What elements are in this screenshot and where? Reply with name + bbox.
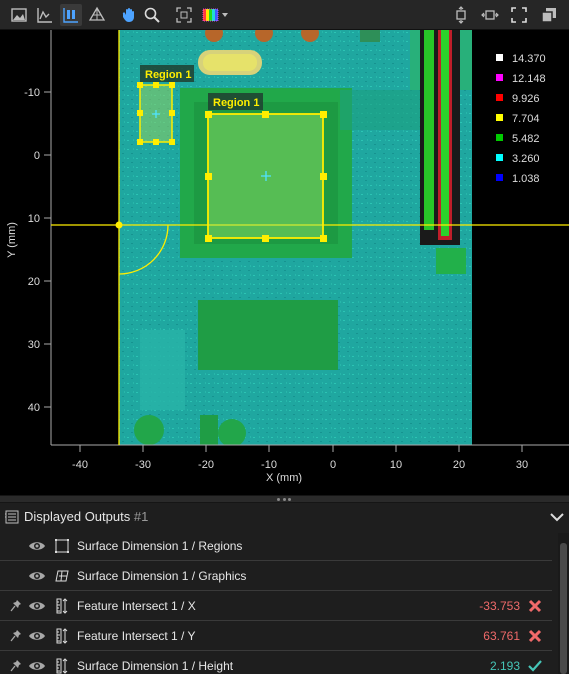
colormap-icon[interactable] <box>199 4 233 26</box>
legend-swatch <box>496 94 503 101</box>
toolbar <box>0 0 569 30</box>
output-value: 2.193 <box>489 659 520 673</box>
x-axis: -40 -30 -20 -10 0 10 20 30 X (mm) <box>72 445 528 484</box>
image-view-icon[interactable] <box>8 4 30 26</box>
chevron-down-icon[interactable] <box>549 510 565 524</box>
y-axis-label: Y (mm) <box>6 222 18 258</box>
regions-icon <box>55 539 69 553</box>
x-tick-label: -20 <box>198 459 214 471</box>
output-value: 63.761 <box>483 629 520 643</box>
legend-swatch <box>496 114 503 121</box>
output-label: Surface Dimension 1 / Height <box>77 659 234 673</box>
pin-icon[interactable] <box>10 629 22 643</box>
measurement-icon <box>56 628 68 644</box>
measurement-icon <box>56 658 68 674</box>
scrollbar-thumb[interactable] <box>560 543 567 674</box>
y-tick-label: 0 <box>34 150 40 162</box>
output-label: Surface Dimension 1 / Regions <box>77 539 243 553</box>
surface-plot-canvas[interactable]: -10 0 10 20 30 40 Y (mm) -40 -30 -20 -10… <box>0 30 569 495</box>
y-tick-label: 30 <box>28 339 40 351</box>
y-tick-label: 20 <box>28 276 40 288</box>
outputs-list: Surface Dimension 1 / Regions Surface Di… <box>0 531 558 674</box>
legend-swatch <box>496 54 503 61</box>
outputs-title-text: Displayed Outputs <box>24 509 131 524</box>
output-label: Surface Dimension 1 / Graphics <box>77 569 247 583</box>
displayed-outputs-panel: Displayed Outputs #1 Surface Dimension 1… <box>0 503 569 674</box>
viewer-window: -10 0 10 20 30 40 Y (mm) -40 -30 -20 -10… <box>0 0 569 674</box>
pass-check-icon <box>528 660 542 672</box>
legend-swatch <box>496 74 503 81</box>
output-row[interactable]: Surface Dimension 1 / Height 2.193 <box>0 651 552 674</box>
splitter-grip[interactable] <box>277 498 291 501</box>
fullscreen-icon[interactable] <box>508 4 530 26</box>
output-label: Feature Intersect 1 / X <box>77 599 196 613</box>
legend-value: 5.482 <box>512 133 540 145</box>
x-tick-label: 0 <box>330 459 336 471</box>
eye-icon[interactable] <box>28 569 46 583</box>
x-tick-label: -40 <box>72 459 88 471</box>
intersect-point[interactable] <box>115 221 123 229</box>
graphics-icon <box>55 570 69 582</box>
restore-window-icon[interactable] <box>538 4 560 26</box>
region-main[interactable]: Region 1 <box>205 93 327 242</box>
legend-swatch <box>496 154 503 161</box>
profile-view-icon[interactable] <box>34 4 56 26</box>
fit-view-icon[interactable] <box>173 4 195 26</box>
y-tick-label: 40 <box>28 402 40 414</box>
output-value: -33.753 <box>479 599 520 613</box>
legend-value: 12.148 <box>512 73 546 85</box>
outputs-title: Displayed Outputs #1 <box>24 509 148 524</box>
y-axis: -10 0 10 20 30 40 Y (mm) <box>6 87 51 414</box>
pin-icon[interactable] <box>10 599 22 613</box>
x-tick-label: 20 <box>453 459 465 471</box>
output-row[interactable]: Surface Dimension 1 / Graphics <box>0 561 552 591</box>
legend-value: 7.704 <box>512 113 540 125</box>
outputs-count: #1 <box>133 509 149 524</box>
legend-swatch <box>496 134 503 141</box>
region-label: Region 1 <box>213 97 259 109</box>
x-axis-label: X (mm) <box>266 472 302 484</box>
eye-icon[interactable] <box>28 629 46 643</box>
legend-swatch <box>496 174 503 181</box>
outputs-header[interactable]: Displayed Outputs #1 <box>0 503 569 531</box>
y-tick-label: -10 <box>24 87 40 99</box>
legend-value: 3.260 <box>512 153 540 165</box>
eye-icon[interactable] <box>28 539 46 553</box>
fit-width-icon[interactable] <box>479 4 501 26</box>
pin-icon[interactable] <box>10 659 22 673</box>
pan-hand-icon[interactable] <box>118 4 140 26</box>
output-row[interactable]: Feature Intersect 1 / Y 63.761 <box>0 621 552 651</box>
fail-x-icon <box>528 629 542 643</box>
outputs-scrollbar[interactable] <box>558 533 569 674</box>
outputs-list-icon <box>5 510 19 524</box>
eye-icon[interactable] <box>28 659 46 673</box>
x-tick-label: -30 <box>135 459 151 471</box>
x-tick-label: 10 <box>390 459 402 471</box>
legend-value: 1.038 <box>512 173 540 185</box>
measurement-icon <box>56 598 68 614</box>
fit-height-icon[interactable] <box>450 4 472 26</box>
eye-icon[interactable] <box>28 599 46 613</box>
legend-value: 9.926 <box>512 93 540 105</box>
output-row[interactable]: Feature Intersect 1 / X -33.753 <box>0 591 552 621</box>
surface-view-icon[interactable] <box>60 4 82 26</box>
x-tick-label: -10 <box>261 459 277 471</box>
panel-splitter[interactable] <box>0 495 569 503</box>
y-tick-label: 10 <box>28 213 40 225</box>
legend-value: 14.370 <box>512 53 546 65</box>
lower-component <box>198 300 338 370</box>
x-tick-label: 30 <box>516 459 528 471</box>
output-row[interactable]: Surface Dimension 1 / Regions <box>0 531 552 561</box>
output-label: Feature Intersect 1 / Y <box>77 629 196 643</box>
mesh-3d-icon[interactable] <box>86 4 108 26</box>
fail-x-icon <box>528 599 542 613</box>
surface-plot[interactable]: -10 0 10 20 30 40 Y (mm) -40 -30 -20 -10… <box>0 30 569 495</box>
region-label: Region 1 <box>145 69 191 81</box>
zoom-icon[interactable] <box>141 4 163 26</box>
